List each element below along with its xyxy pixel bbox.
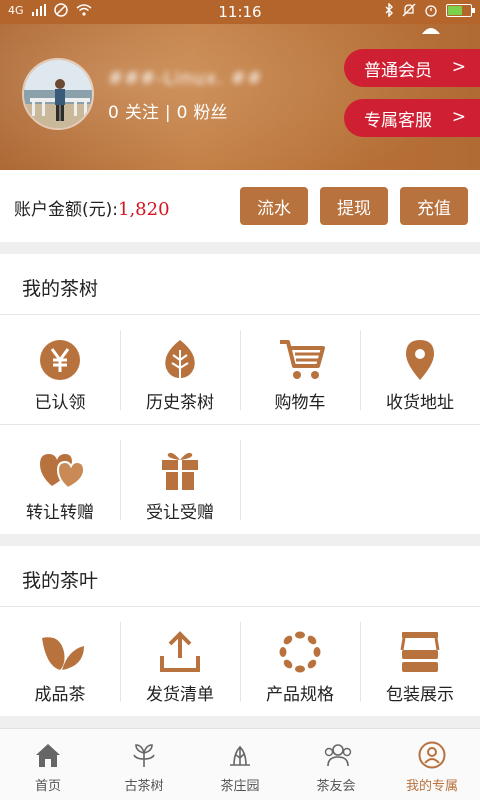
tab-my-exclusive[interactable]: 我的专属: [384, 729, 480, 800]
upload-icon: [160, 631, 200, 672]
tab-label: 茶庄园: [220, 779, 260, 794]
account-balance-value: 1,820: [118, 199, 170, 220]
avatar[interactable]: [22, 58, 94, 130]
section-title: 我的茶树: [22, 278, 99, 300]
grid-item-address[interactable]: 收货地址: [360, 316, 480, 424]
leaf-icon: [165, 340, 195, 378]
grid-item-label: 购物车: [274, 393, 326, 413]
tab-home[interactable]: 首页: [0, 729, 96, 800]
grid-item-label: 已认领: [34, 393, 86, 413]
fans-label[interactable]: 粉丝: [193, 103, 227, 123]
grid-item-label: 包装展示: [386, 685, 454, 705]
status-bar: 4G 11:16: [0, 0, 480, 24]
gift-icon: [162, 452, 198, 490]
home-icon: [36, 744, 60, 767]
grid-item-label: 成品茶: [34, 685, 86, 705]
stats-separator: |: [164, 103, 171, 123]
grid-item-transfer-gift[interactable]: 转让转赠: [0, 426, 120, 534]
customer-service-button[interactable]: 专属客服 >: [344, 99, 480, 137]
fans-count[interactable]: 0: [177, 103, 188, 123]
manor-icon: [230, 745, 250, 766]
grid-item-label: 转让转赠: [26, 503, 94, 523]
my-tea-trees-section: 我的茶树 已认领 历史茶树 购物车 收货地址 转让转赠 受让受赠: [0, 254, 480, 534]
friends-icon: [324, 744, 352, 767]
ring-icon: [279, 631, 321, 673]
bell-icon[interactable]: [420, 26, 442, 36]
location-pin-icon: [406, 340, 434, 380]
grid-item-shipping-list[interactable]: 发货清单: [120, 608, 240, 716]
member-level-button[interactable]: 普通会员 >: [344, 49, 480, 87]
status-right: [384, 3, 475, 17]
tab-label: 我的专属: [405, 779, 458, 794]
grid-item-product-specs[interactable]: 产品规格: [240, 608, 360, 716]
cart-icon: [280, 340, 325, 379]
grid-item-finished-tea[interactable]: 成品茶: [0, 608, 120, 716]
customer-service-label: 专属客服: [364, 110, 432, 131]
tea-leaves-icon: [42, 637, 84, 670]
hearts-icon: [40, 454, 86, 490]
chevron-right-icon: >: [451, 107, 466, 127]
tab-label: 古茶树: [124, 779, 164, 794]
grid-item-label: 发货清单: [146, 685, 214, 705]
battery-icon: [446, 3, 475, 17]
grid-item-cart[interactable]: 购物车: [240, 316, 360, 424]
person-icon: [418, 741, 446, 769]
mute-bell-icon: [402, 3, 416, 17]
grid-item-packaging[interactable]: 包装展示: [360, 608, 480, 716]
yen-icon: [40, 340, 80, 380]
my-tea-leaves-section: 我的茶叶 成品茶 发货清单 产品规格 包装展示: [0, 546, 480, 716]
profile-header: ###-Linux. ## 0 关注 | 0 粉丝 普通会员 > 专属客服 >: [0, 24, 480, 170]
grid-item-claimed[interactable]: 已认领: [0, 316, 120, 424]
follow-stats: 0 关注 | 0 粉丝: [108, 98, 233, 123]
alarm-icon: [425, 5, 437, 17]
withdraw-button[interactable]: 提现: [320, 187, 388, 225]
grid-item-label: 产品规格: [266, 685, 334, 705]
recharge-button[interactable]: 充值: [400, 187, 468, 225]
account-balance: 账户金额(元):1,820: [14, 195, 170, 220]
username: ###-Linux. ##: [108, 68, 263, 89]
stack-icon: [400, 632, 440, 672]
member-level-label: 普通会员: [364, 60, 432, 81]
transactions-button[interactable]: 流水: [240, 187, 308, 225]
tab-tea-manor[interactable]: 茶庄园: [192, 729, 288, 800]
grid-item-history-trees[interactable]: 历史茶树: [120, 316, 240, 424]
chevron-right-icon: >: [451, 57, 466, 77]
bottom-tab-bar: 首页 古茶树 茶庄园 茶友会 我的专属: [0, 728, 480, 800]
account-balance-bar: 账户金额(元):1,820 流水 提现 充值: [0, 170, 480, 242]
following-label[interactable]: 关注: [125, 103, 159, 123]
grid-item-label: 历史茶树: [146, 393, 214, 413]
following-count[interactable]: 0: [108, 103, 119, 123]
bluetooth-icon: [385, 3, 393, 17]
section-title: 我的茶叶: [22, 570, 99, 592]
tab-label: 首页: [34, 779, 61, 794]
tab-tea-friends[interactable]: 茶友会: [288, 729, 384, 800]
grid-item-label: 收货地址: [386, 393, 454, 413]
grid-item-label: 受让受赠: [146, 503, 214, 523]
tab-ancient-tree[interactable]: 古茶树: [96, 729, 192, 800]
grid-item-receive-gift[interactable]: 受让受赠: [120, 426, 240, 534]
tab-label: 茶友会: [316, 779, 356, 794]
tree-icon: [133, 744, 155, 767]
account-balance-label: 账户金额(元):: [14, 200, 118, 220]
